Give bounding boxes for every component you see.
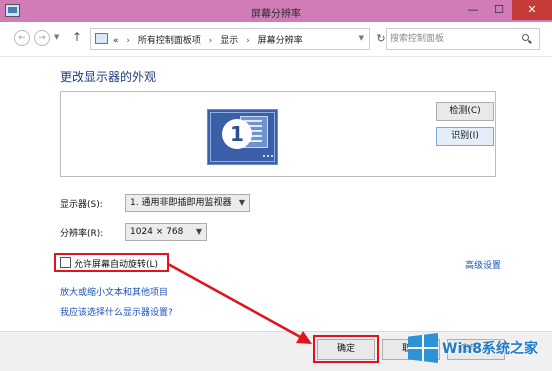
watermark-logo: Win8系统之家: [404, 331, 552, 371]
windows-logo-icon: [408, 333, 438, 363]
screen-resolution-window: 屏幕分辨率 — ☐ ✕ ← → ▼ ↑ « › 所有控制面板项 › 显示 › 屏…: [0, 0, 552, 371]
watermark-text: Win8系统之家: [442, 341, 538, 357]
annotation-arrow: [167, 262, 312, 344]
arrow-head: [296, 331, 312, 344]
arrow-line: [167, 262, 305, 341]
